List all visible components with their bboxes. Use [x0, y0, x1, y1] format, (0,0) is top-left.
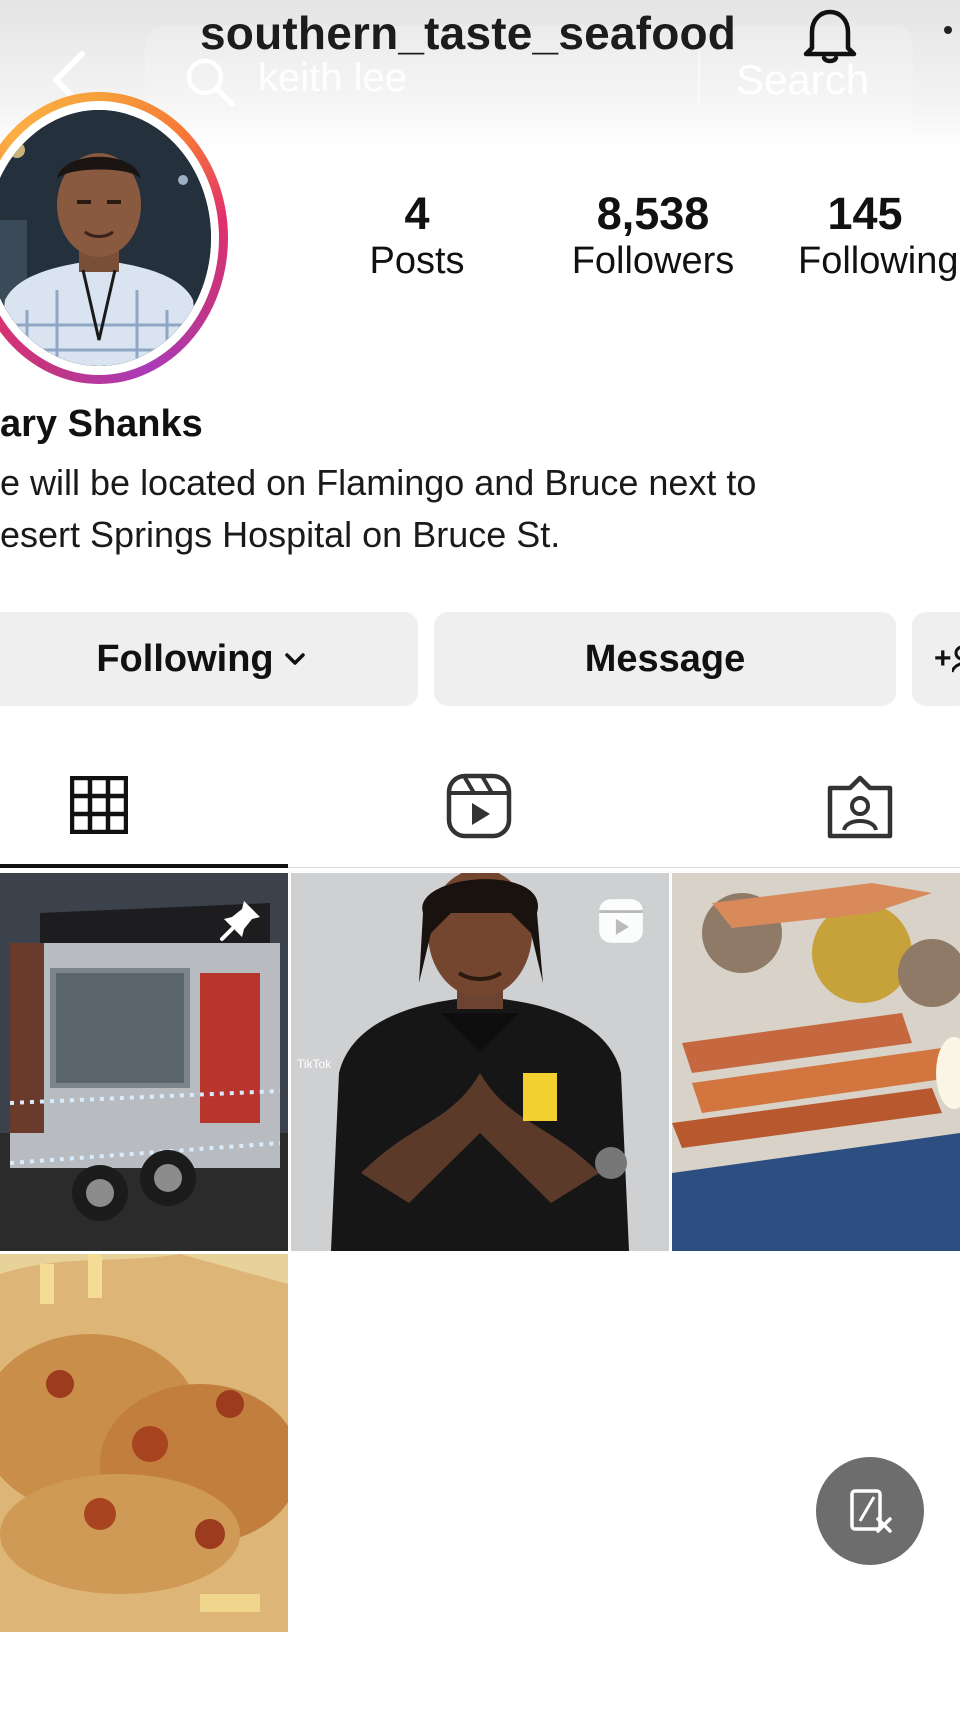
tagged-icon[interactable] [826, 772, 894, 840]
message-button[interactable]: Message [434, 612, 896, 706]
post-tile-4[interactable] [0, 1254, 288, 1632]
following-button[interactable]: Following [0, 612, 418, 706]
message-button-label: Message [584, 637, 746, 680]
search-icon [186, 58, 235, 107]
post-reels-icon [599, 899, 643, 943]
screenshot-close-icon [850, 1489, 892, 1533]
post-tile-1[interactable] [0, 873, 288, 1251]
following-button-label: Following [96, 637, 274, 680]
add-user-icon [951, 645, 960, 673]
stat-followers-value: 8,538 [596, 188, 710, 239]
stat-followers-label: Followers [571, 240, 735, 282]
stat-posts[interactable]: 4 Posts [342, 188, 492, 283]
search-divider [698, 50, 700, 106]
tiktok-watermark: TikTok [297, 1057, 332, 1071]
reels-icon[interactable] [446, 773, 512, 839]
stat-posts-label: Posts [369, 240, 465, 282]
bio-line-2: esert Springs Hospital on Bruce St. [0, 514, 561, 555]
tab-selected-indicator [0, 864, 288, 868]
more-icon[interactable] [944, 26, 952, 34]
stat-following[interactable]: 145 Following [790, 188, 960, 283]
grid-icon[interactable] [70, 776, 128, 834]
stat-following-label: Following [798, 240, 959, 282]
stat-following-value: 145 [827, 188, 903, 239]
post-tile-2[interactable]: TikTok [291, 873, 669, 1251]
post-tile-3[interactable] [672, 873, 960, 1251]
chevron-down-icon [284, 653, 305, 665]
pin-icon [220, 901, 260, 941]
profile-username: southern_taste_seafood [200, 7, 737, 59]
bio-line-1: e will be located on Flamingo and Bruce … [0, 462, 757, 503]
search-input[interactable]: keith lee [258, 56, 407, 101]
add-user-button[interactable]: + [912, 612, 960, 706]
stat-followers[interactable]: 8,538 Followers [548, 188, 758, 283]
stat-posts-value: 4 [404, 188, 430, 239]
search-button[interactable]: Search [736, 56, 869, 104]
screenshot-close-button[interactable] [816, 1457, 924, 1565]
add-user-plus: + [934, 642, 952, 675]
profile-name: ary Shanks [0, 403, 203, 445]
